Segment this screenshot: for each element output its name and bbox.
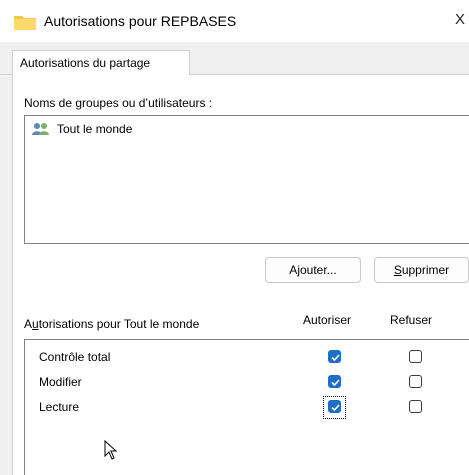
tab-label: Autorisations du partage	[20, 56, 151, 70]
checkmark-icon	[331, 379, 340, 387]
title-bar: Autorisations pour REPBASES X	[0, 0, 469, 42]
allow-checkbox-modify[interactable]	[328, 375, 341, 388]
folder-icon	[14, 16, 36, 30]
groups-label: Noms de groupes ou d’utilisateurs :	[24, 96, 213, 110]
permission-name: Lecture	[39, 400, 80, 414]
users-list[interactable]: Tout le monde	[24, 115, 469, 244]
deny-checkbox-modify[interactable]	[409, 375, 422, 388]
permission-name: Modifier	[39, 375, 82, 389]
deny-checkbox-read[interactable]	[409, 400, 422, 413]
checkmark-icon	[331, 354, 340, 362]
mouse-cursor-icon	[104, 440, 118, 460]
deny-column-header: Refuser	[390, 313, 433, 327]
close-button[interactable]: X	[455, 10, 469, 30]
users-icon	[32, 123, 49, 135]
allow-column-header: Autoriser	[303, 313, 352, 327]
user-name: Tout le monde	[57, 122, 133, 136]
allow-checkbox-full-control[interactable]	[328, 350, 341, 363]
window-title: Autorisations pour REPBASES	[44, 13, 237, 29]
checkmark-icon	[331, 404, 340, 412]
permissions-label: Autorisations pour Tout le monde	[24, 317, 200, 331]
allow-checkbox-read[interactable]	[328, 400, 341, 413]
permission-name: Contrôle total	[39, 350, 111, 364]
deny-checkbox-full-control[interactable]	[409, 350, 422, 363]
add-button[interactable]: Ajouter...	[265, 257, 361, 283]
tab-share-permissions[interactable]: Autorisations du partage	[12, 50, 190, 75]
remove-button[interactable]: Supprimer	[374, 257, 469, 283]
